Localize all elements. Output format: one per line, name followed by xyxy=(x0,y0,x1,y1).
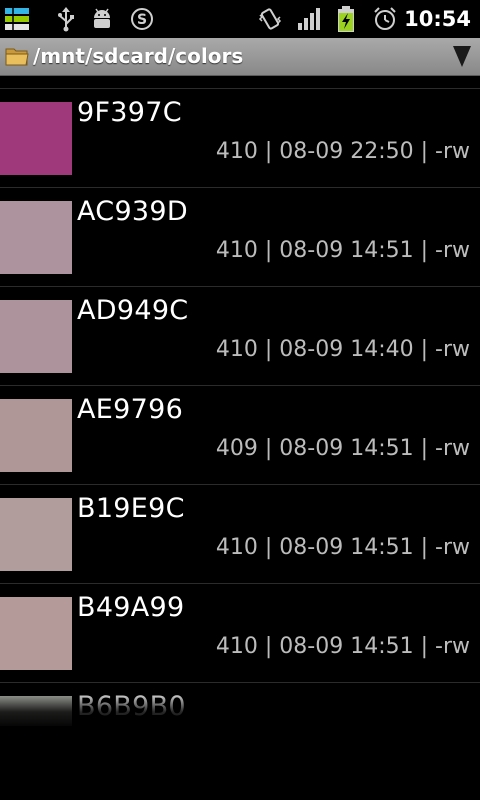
file-name: B49A99 xyxy=(77,592,185,623)
file-row[interactable]: B19E9C 410 | 08-09 14:51 | -rw xyxy=(0,485,480,584)
folder-icon xyxy=(5,45,29,67)
usb-icon xyxy=(52,5,80,33)
file-meta: 410 | 08-09 14:51 | -rw xyxy=(215,238,470,263)
file-name: 9F397C xyxy=(77,97,182,128)
color-swatch xyxy=(0,102,72,175)
file-name: AE9796 xyxy=(77,394,184,425)
file-list: 9F397C 410 | 08-09 22:50 | -rw AC939D 41… xyxy=(0,88,480,743)
signal-icon xyxy=(295,5,323,33)
file-row[interactable]: 9F397C 410 | 08-09 22:50 | -rw xyxy=(0,89,480,188)
alarm-clock-icon xyxy=(371,5,399,33)
vibrate-icon xyxy=(256,5,284,33)
status-time: 10:54 xyxy=(404,7,471,31)
file-row[interactable]: AC939D 410 | 08-09 14:51 | -rw xyxy=(0,188,480,287)
status-bar: S 10:54 xyxy=(0,0,480,38)
battery-charging-icon xyxy=(332,5,360,33)
color-swatch xyxy=(0,399,72,472)
file-meta: 410 | 08-09 14:51 | -rw xyxy=(215,634,470,659)
file-name: AD949C xyxy=(77,295,189,326)
color-swatch xyxy=(0,696,72,726)
color-swatch xyxy=(0,300,72,373)
file-name: AC939D xyxy=(77,196,188,227)
screen: S 10:54 /mnt/sdcard/colors 9F397C 410 | … xyxy=(0,0,480,800)
file-meta: 410 | 08-09 14:51 | -rw xyxy=(215,535,470,560)
dropdown-arrow-icon[interactable] xyxy=(450,43,474,69)
file-row[interactable]: B49A99 410 | 08-09 14:51 | -rw xyxy=(0,584,480,683)
file-name: B6B9B0 xyxy=(77,691,186,722)
file-name: B19E9C xyxy=(77,493,185,524)
file-meta: 409 | 08-09 14:51 | -rw xyxy=(215,436,470,461)
color-swatch xyxy=(0,498,72,571)
file-meta: 410 | 08-09 14:40 | -rw xyxy=(215,337,470,362)
file-row[interactable]: AD949C 410 | 08-09 14:40 | -rw xyxy=(0,287,480,386)
file-row[interactable]: AE9796 409 | 08-09 14:51 | -rw xyxy=(0,386,480,485)
color-swatch xyxy=(0,201,72,274)
stack-app-icon xyxy=(3,5,31,33)
current-path[interactable]: /mnt/sdcard/colors xyxy=(33,38,243,76)
path-bar: /mnt/sdcard/colors xyxy=(0,38,480,76)
file-row[interactable]: B6B9B0 xyxy=(0,683,480,743)
skype-icon: S xyxy=(128,5,156,33)
svg-text:S: S xyxy=(137,12,147,28)
color-swatch xyxy=(0,597,72,670)
file-meta: 410 | 08-09 22:50 | -rw xyxy=(215,139,470,164)
android-debug-icon xyxy=(88,5,116,33)
